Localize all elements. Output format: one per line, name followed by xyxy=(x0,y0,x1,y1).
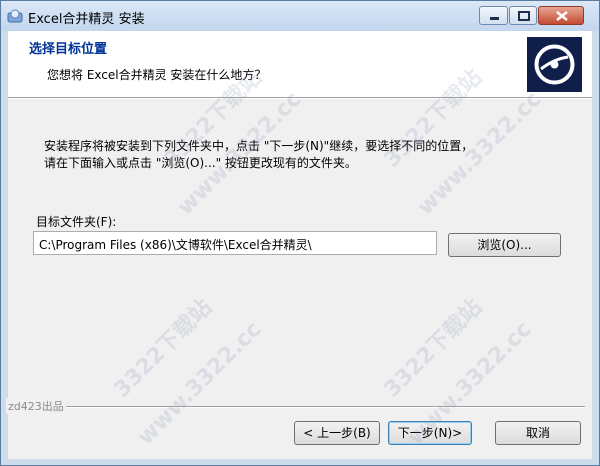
instructions-line-1: 安装程序将被安装到下列文件夹中，点击 "下一步(N)"继续，要选择不同的位置， xyxy=(44,139,474,153)
watermark-text: 3322下载站 xyxy=(109,294,218,403)
close-button[interactable] xyxy=(538,6,584,25)
installer-window: Excel合并精灵 安装 选择目标位置 您想将 Excel合并精灵 安装在什么地… xyxy=(0,0,600,466)
destination-path-input[interactable]: C:\Program Files (x86)\文博软件\Excel合并精灵\ xyxy=(33,231,437,255)
page-subtitle: 您想将 Excel合并精灵 安装在什么地方？ xyxy=(47,68,267,82)
close-icon xyxy=(556,11,568,21)
browse-button[interactable]: 浏览(O)... xyxy=(448,233,561,257)
window-title: Excel合并精灵 安装 xyxy=(28,12,145,27)
minimize-button[interactable] xyxy=(479,6,508,25)
wizard-client-area: 选择目标位置 您想将 Excel合并精灵 安装在什么地方？ 安装程序将被安装到下… xyxy=(6,31,592,459)
title-bar[interactable]: Excel合并精灵 安装 xyxy=(1,1,599,31)
maximize-icon xyxy=(518,11,530,21)
destination-folder-label: 目标文件夹(F): xyxy=(36,215,117,229)
page-title: 选择目标位置 xyxy=(29,42,108,57)
wizard-header: 选择目标位置 您想将 Excel合并精灵 安装在什么地方？ xyxy=(8,31,592,97)
back-button[interactable]: < 上一步(B) xyxy=(294,421,380,445)
watermark-url: www.3322.cc xyxy=(133,316,267,451)
footer-divider xyxy=(46,406,585,408)
instructions-text: 安装程序将被安装到下列文件夹中，点击 "下一步(N)"继续，要选择不同的位置， … xyxy=(44,138,564,172)
header-divider xyxy=(8,97,592,99)
brand-label: zd423出品 xyxy=(6,398,66,414)
minimize-icon xyxy=(490,17,499,20)
next-button[interactable]: 下一步(N)> xyxy=(388,421,472,445)
maximize-button[interactable] xyxy=(509,6,537,25)
instructions-line-2: 请在下面输入或点击 "浏览(O)..." 按钮更改现有的文件夹。 xyxy=(44,156,357,170)
disc-icon xyxy=(527,37,582,92)
cancel-button[interactable]: 取消 xyxy=(495,421,581,445)
watermark-text: 3322下载站 xyxy=(379,294,488,403)
installer-app-icon xyxy=(7,9,23,23)
